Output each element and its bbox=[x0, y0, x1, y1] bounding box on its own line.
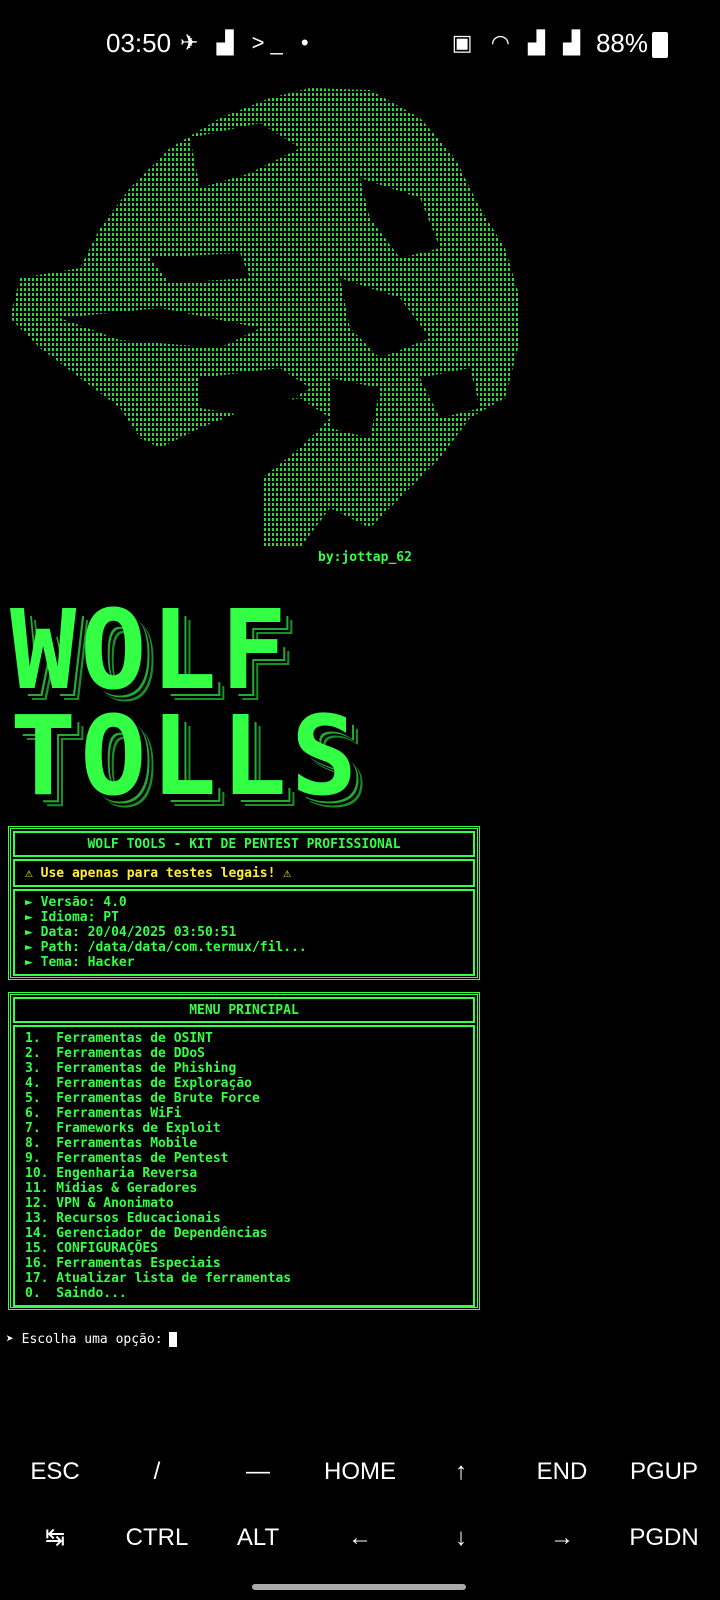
key-up-arrow[interactable]: ↑ bbox=[411, 1442, 511, 1502]
author-credit: by:jottap_62 bbox=[318, 550, 412, 565]
dot-icon: • bbox=[300, 30, 315, 55]
key-home[interactable]: HOME bbox=[310, 1442, 410, 1502]
system-icons: ▣ ◠ ▟ ▟ bbox=[452, 30, 586, 56]
menu-item-phishing[interactable]: 3. Ferramentas de Phishing bbox=[25, 1061, 463, 1076]
menu-item-vpn[interactable]: 12. VPN & Anonimato bbox=[25, 1196, 463, 1211]
key-tab[interactable]: ↹ bbox=[5, 1508, 105, 1568]
banner-tolls: TOLLS bbox=[10, 692, 362, 820]
prompt-label: ➤ Escolha uma opção: bbox=[6, 1332, 163, 1347]
info-date: ► Data: 20/04/2025 03:50:51 bbox=[25, 925, 237, 940]
menu-item-wifi[interactable]: 6. Ferramentas WiFi bbox=[25, 1106, 463, 1121]
signal-icon: ▟ bbox=[528, 30, 551, 55]
menu-item-dependencies[interactable]: 14. Gerenciador de Dependências bbox=[25, 1226, 463, 1241]
info-details: ► Versão: 4.0 ► Idioma: PT ► Data: 20/04… bbox=[13, 889, 475, 976]
info-version: ► Versão: 4.0 bbox=[25, 895, 127, 910]
menu-item-osint[interactable]: 1. Ferramentas de OSINT bbox=[25, 1031, 463, 1046]
menu-list: 1. Ferramentas de OSINT 2. Ferramentas d… bbox=[13, 1025, 475, 1307]
main-menu: MENU PRINCIPAL 1. Ferramentas de OSINT 2… bbox=[8, 992, 480, 1310]
key-ctrl[interactable]: CTRL bbox=[107, 1508, 207, 1568]
battery-saver-icon: ▣ bbox=[451, 30, 479, 55]
key-alt[interactable]: ALT bbox=[208, 1508, 308, 1568]
battery-percent: 88% bbox=[595, 28, 648, 58]
menu-item-brute-force[interactable]: 5. Ferramentas de Brute Force bbox=[25, 1091, 463, 1106]
clock: 03:50 bbox=[106, 28, 172, 58]
status-bar: 03:50 ✈ ▟ >_ • ▣ ◠ ▟ ▟ 88% bbox=[0, 22, 720, 66]
info-title: WOLF TOOLS - KIT DE PENTEST PROFISSIONAL bbox=[13, 831, 475, 857]
legal-warning: ⚠ Use apenas para testes legais! ⚠ bbox=[13, 859, 475, 887]
key-left-arrow[interactable]: ← bbox=[310, 1508, 410, 1568]
banner-wolf: WOLF bbox=[10, 586, 291, 714]
menu-item-ddos[interactable]: 2. Ferramentas de DDoS bbox=[25, 1046, 463, 1061]
menu-item-reverse-engineering[interactable]: 10. Engenharia Reversa bbox=[25, 1166, 463, 1181]
menu-item-special[interactable]: 16. Ferramentas Especiais bbox=[25, 1256, 463, 1271]
command-prompt[interactable]: ➤ Escolha uma opção: bbox=[6, 1332, 177, 1347]
key-pgup[interactable]: PGUP bbox=[614, 1442, 714, 1502]
key-end[interactable]: END bbox=[512, 1442, 612, 1502]
menu-item-update[interactable]: 17. Atualizar lista de ferramentas bbox=[25, 1271, 463, 1286]
menu-item-media-generators[interactable]: 11. Mídias & Geradores bbox=[25, 1181, 463, 1196]
info-language: ► Idioma: PT bbox=[25, 910, 119, 925]
gesture-handle[interactable] bbox=[252, 1584, 466, 1590]
extra-keys-row-2: ↹ CTRL ALT ← ↓ → PGDN bbox=[0, 1508, 720, 1568]
key-pgdn[interactable]: PGDN bbox=[614, 1508, 714, 1568]
menu-item-exploit-frameworks[interactable]: 7. Frameworks de Exploit bbox=[25, 1121, 463, 1136]
info-box: WOLF TOOLS - KIT DE PENTEST PROFISSIONAL… bbox=[8, 826, 480, 980]
menu-item-exit[interactable]: 0. Saindo... bbox=[25, 1286, 463, 1301]
key-dash[interactable]: — bbox=[208, 1442, 308, 1502]
key-esc[interactable]: ESC bbox=[5, 1442, 105, 1502]
menu-title: MENU PRINCIPAL bbox=[13, 997, 475, 1023]
wolf-ascii-art bbox=[10, 88, 520, 548]
telegram-icon: ✈ bbox=[180, 30, 205, 55]
key-slash[interactable]: / bbox=[107, 1442, 207, 1502]
info-path: ► Path: /data/data/com.termux/fil... bbox=[25, 940, 307, 955]
menu-item-mobile[interactable]: 8. Ferramentas Mobile bbox=[25, 1136, 463, 1151]
signal-icon-2: ▟ bbox=[563, 30, 586, 55]
info-theme: ► Tema: Hacker bbox=[25, 955, 135, 970]
menu-item-settings[interactable]: 15. CONFIGURAÇÕES bbox=[25, 1241, 463, 1256]
key-down-arrow[interactable]: ↓ bbox=[411, 1508, 511, 1568]
wifi-icon: ◠ bbox=[490, 30, 516, 55]
key-right-arrow[interactable]: → bbox=[512, 1508, 612, 1568]
notification-icons: ✈ ▟ >_ • bbox=[180, 30, 315, 56]
menu-item-pentest[interactable]: 9. Ferramentas de Pentest bbox=[25, 1151, 463, 1166]
battery-icon bbox=[652, 32, 668, 58]
text-cursor bbox=[168, 1332, 177, 1347]
terminal-icon: >_ bbox=[251, 30, 289, 55]
menu-item-education[interactable]: 13. Recursos Educacionais bbox=[25, 1211, 463, 1226]
menu-item-exploracao[interactable]: 4. Ferramentas de Exploração bbox=[25, 1076, 463, 1091]
signal-unknown-icon: ▟ bbox=[216, 30, 240, 55]
extra-keys-row-1: ESC / — HOME ↑ END PGUP bbox=[0, 1442, 720, 1502]
